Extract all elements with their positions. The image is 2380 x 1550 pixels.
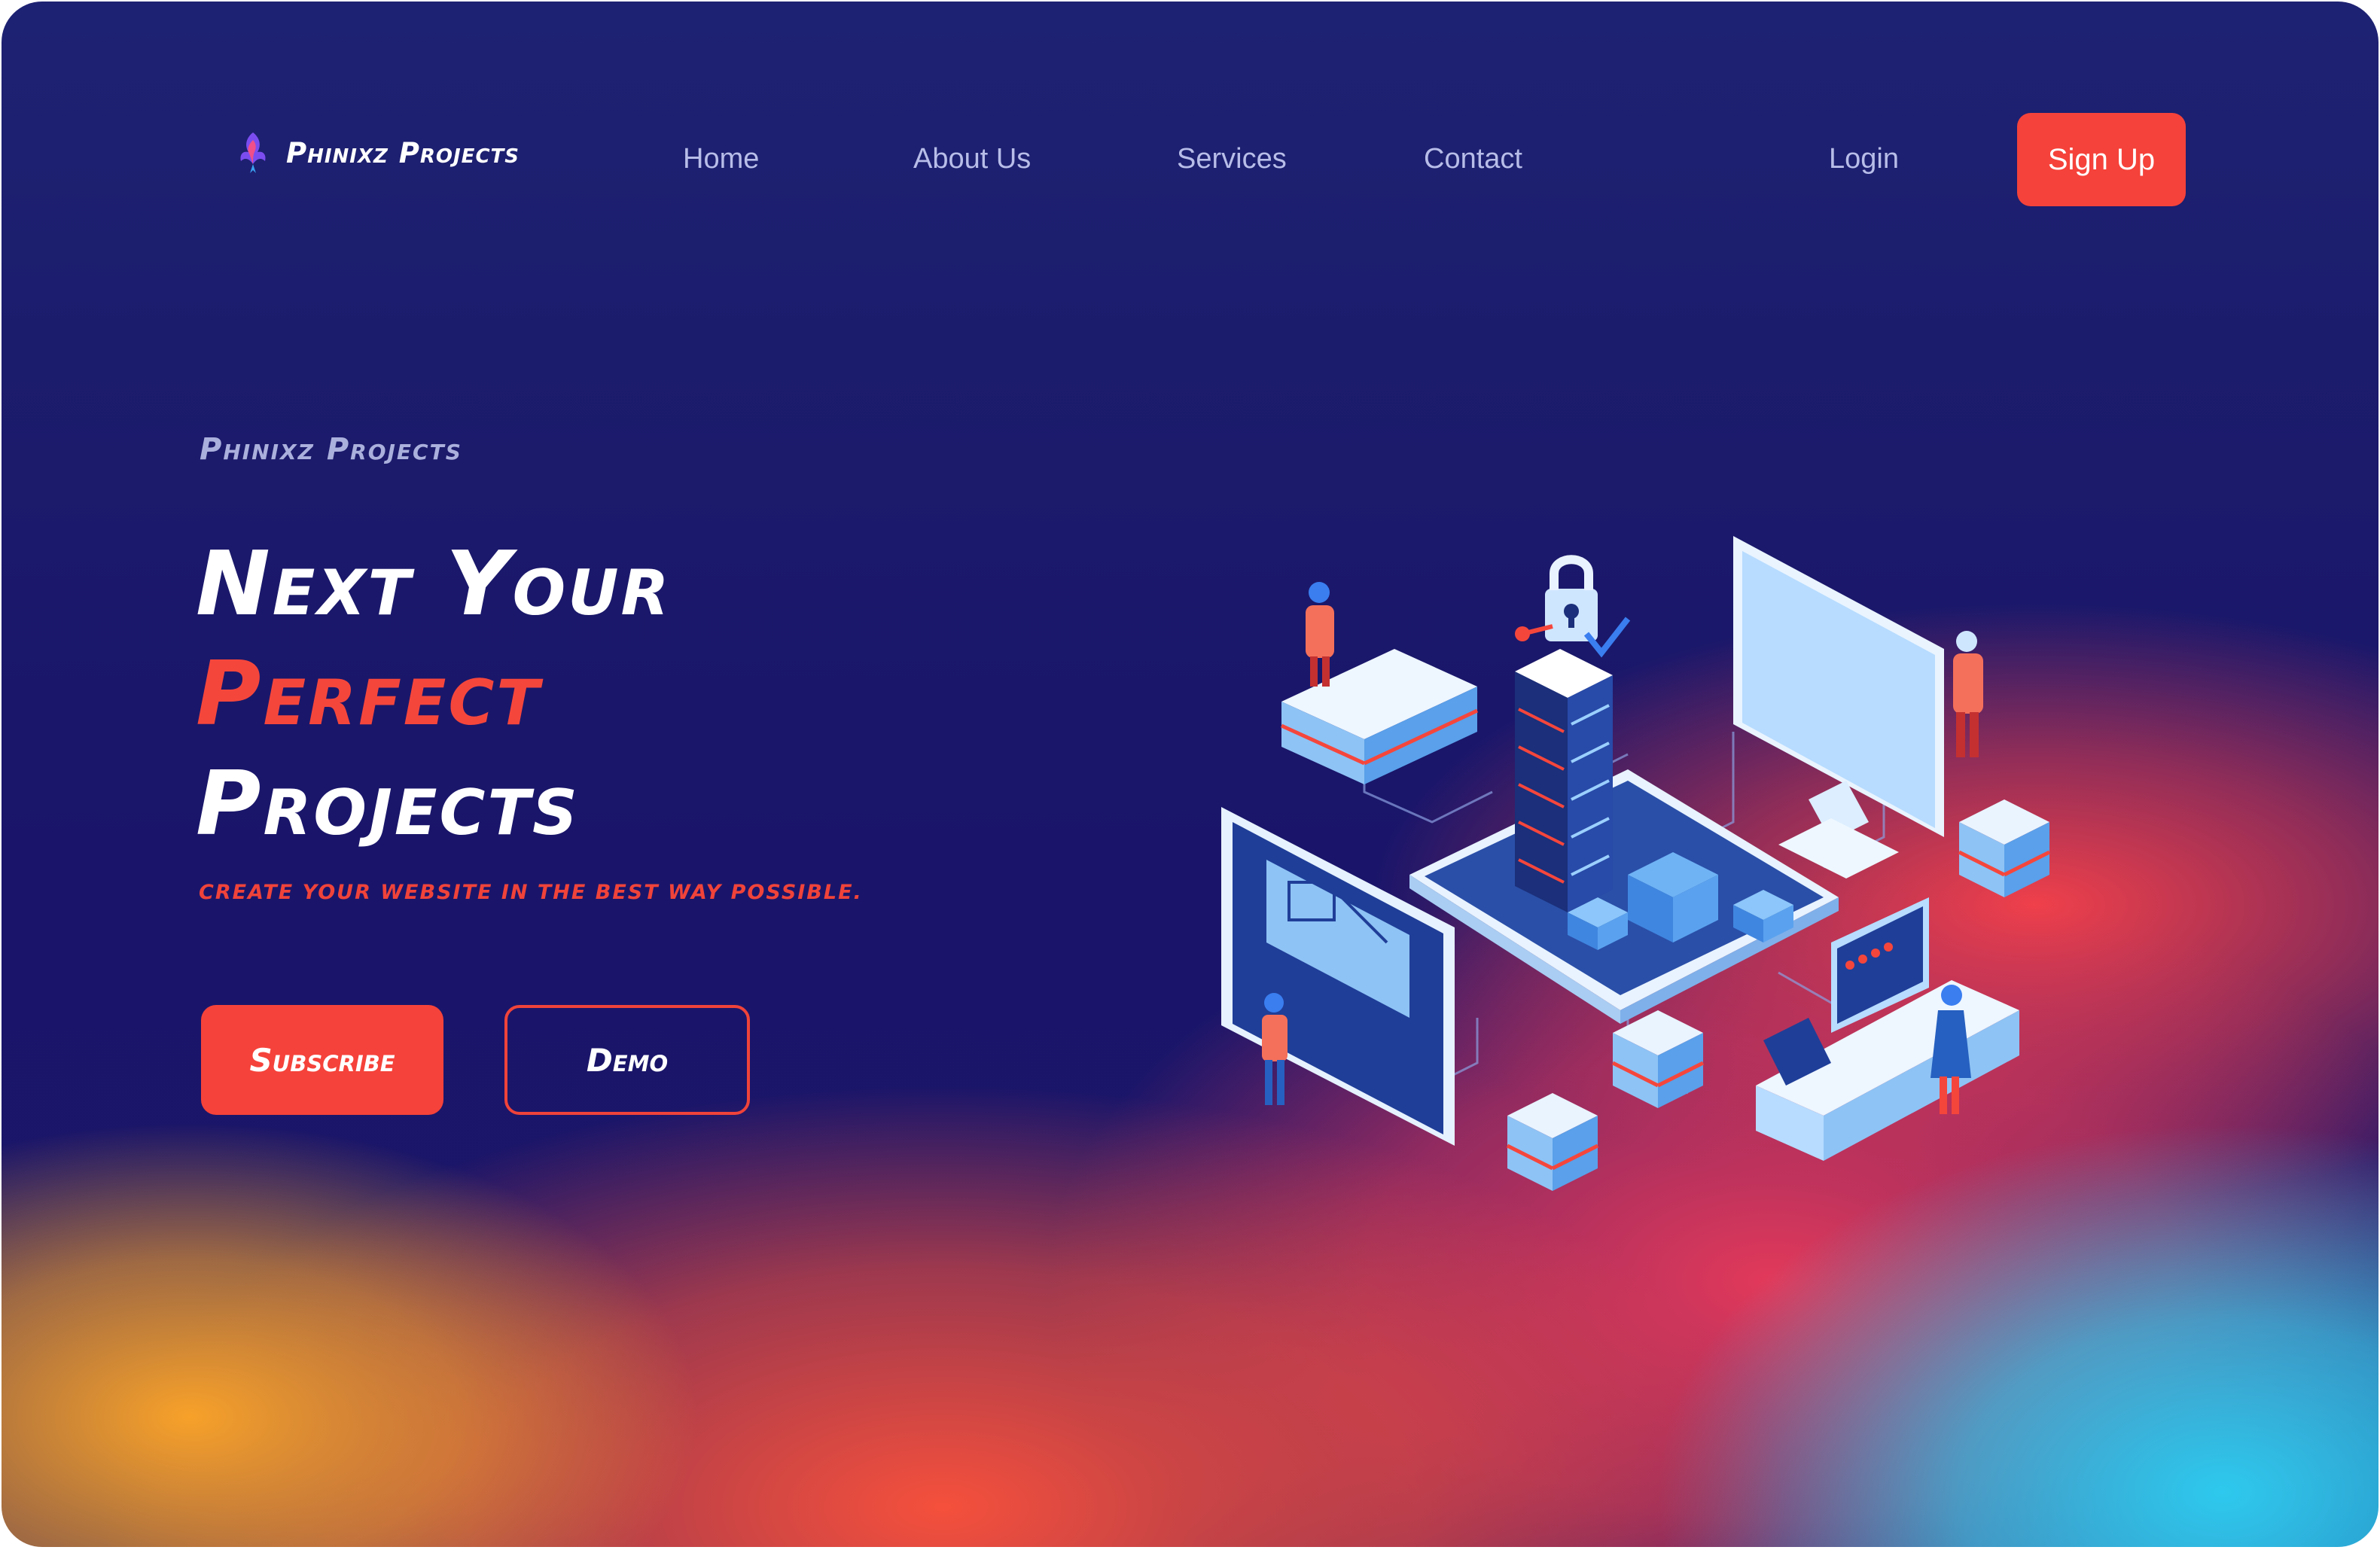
isometric-illustration <box>1221 536 2051 1191</box>
headline-line-2: Perfect <box>196 641 542 745</box>
nav-about-us[interactable]: About Us <box>913 143 1031 175</box>
logo-text: Phinixz Projects <box>286 136 520 169</box>
headline-line-1: Next Your <box>196 531 672 635</box>
headline-line-3: Projects <box>196 751 580 855</box>
nav-home[interactable]: Home <box>683 143 759 175</box>
nav-contact[interactable]: Contact <box>1424 143 1522 175</box>
nav-login[interactable]: Login <box>1829 143 1899 175</box>
sign-up-button[interactable]: Sign Up <box>2017 113 2186 206</box>
hero-headline: Next Your Perfect Projects <box>196 528 671 858</box>
subscribe-button[interactable]: Subscribe <box>201 1005 443 1115</box>
phoenix-logo-icon <box>240 132 266 173</box>
brand-logo[interactable]: Phinixz Projects <box>236 129 520 176</box>
demo-button[interactable]: Demo <box>504 1005 750 1115</box>
nav-services[interactable]: Services <box>1177 143 1287 175</box>
page-frame: Phinixz Projects Home About Us Services … <box>2 2 2378 1547</box>
hero-tagline: Create your website in the best way poss… <box>199 881 863 904</box>
hero-eyebrow: Phinixz Projects <box>200 432 462 467</box>
